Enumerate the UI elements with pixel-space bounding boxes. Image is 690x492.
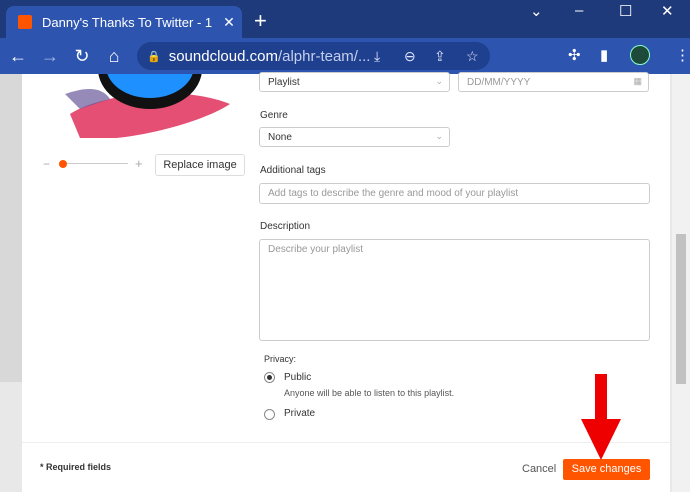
required-fields-note: * Required fields (40, 462, 112, 472)
public-help-text: Anyone will be able to listen to this pl… (284, 388, 455, 398)
new-tab-icon[interactable]: + (254, 8, 267, 34)
description-textarea[interactable]: Describe your playlist (259, 239, 650, 341)
footer-divider (22, 442, 670, 443)
forward-icon[interactable]: → (34, 46, 66, 67)
install-icon[interactable]: ⤓ (374, 48, 380, 65)
description-label: Description (260, 221, 311, 232)
date-placeholder: DD/MM/YYYY (467, 77, 531, 88)
minimize-icon[interactable]: – (575, 2, 583, 19)
chevron-down-icon: ⌄ (435, 131, 443, 141)
playlist-artwork (40, 74, 245, 138)
page-background (0, 74, 22, 382)
tags-input[interactable]: Add tags to describe the genre and mood … (259, 183, 650, 204)
cancel-button[interactable]: Cancel (522, 463, 556, 475)
private-radio[interactable] (264, 409, 275, 420)
tags-label: Additional tags (260, 165, 326, 176)
genre-value: None (268, 132, 292, 143)
description-placeholder: Describe your playlist (268, 244, 364, 255)
extensions-icon[interactable]: ✣ (568, 46, 581, 64)
lock-icon: 🔒 (147, 50, 161, 63)
bookmark-star-icon[interactable]: ☆ (466, 48, 479, 65)
release-date-input[interactable]: DD/MM/YYYY ▦ (458, 72, 649, 92)
home-icon[interactable]: ⌂ (98, 46, 130, 67)
browser-toolbar: ← → ↻ ⌂ 🔒 soundcloud.com/alphr-team/... … (0, 38, 690, 74)
reload-icon[interactable]: ↻ (66, 46, 98, 67)
privacy-label: Privacy: (264, 354, 297, 364)
tab-search-icon[interactable]: ⌄ (530, 2, 543, 20)
chevron-down-icon: ⌄ (435, 76, 443, 86)
tags-placeholder: Add tags to describe the genre and mood … (268, 188, 519, 199)
side-panel-icon[interactable]: ▮ (600, 46, 608, 64)
soundcloud-favicon-icon (18, 15, 32, 29)
public-radio[interactable] (264, 372, 275, 383)
tab-title: Danny's Thanks To Twitter - 1 Mil (42, 14, 216, 30)
profile-avatar[interactable] (630, 45, 650, 65)
address-bar[interactable]: 🔒 soundcloud.com/alphr-team/... ⤓ ⊖ ⇪ ☆ (137, 42, 490, 70)
zoom-out-icon[interactable]: − (43, 157, 50, 171)
red-arrow-annotation (581, 374, 621, 460)
calendar-icon: ▦ (633, 76, 642, 86)
share-icon[interactable]: ⇪ (434, 48, 446, 65)
close-window-icon[interactable]: ✕ (661, 2, 674, 20)
save-changes-button[interactable]: Save changes (563, 459, 650, 480)
scrollbar-thumb[interactable] (676, 234, 686, 384)
slider-handle[interactable] (59, 160, 67, 168)
image-zoom-slider[interactable] (60, 163, 128, 164)
maximize-icon[interactable]: ☐ (619, 2, 632, 20)
zoom-icon[interactable]: ⊖ (404, 48, 416, 65)
url-path: /alphr-team/... (277, 47, 371, 65)
type-value: Playlist (268, 77, 300, 88)
zoom-in-icon[interactable]: + (135, 156, 143, 171)
browser-tab[interactable]: Danny's Thanks To Twitter - 1 Mil ✕ (6, 6, 242, 38)
back-icon[interactable]: ← (2, 46, 34, 67)
private-label: Private (284, 408, 316, 419)
menu-icon[interactable]: ⋮ (675, 46, 690, 64)
genre-select[interactable]: None ⌄ (259, 127, 450, 147)
replace-image-button[interactable]: Replace image (155, 154, 245, 176)
url-host: soundcloud.com (168, 47, 278, 65)
playlist-type-select[interactable]: Playlist ⌄ (259, 72, 450, 92)
close-tab-icon[interactable]: ✕ (216, 14, 242, 31)
public-label: Public (284, 372, 312, 383)
title-bar: Danny's Thanks To Twitter - 1 Mil ✕ + ⌄ … (0, 0, 690, 38)
genre-label: Genre (260, 110, 288, 121)
